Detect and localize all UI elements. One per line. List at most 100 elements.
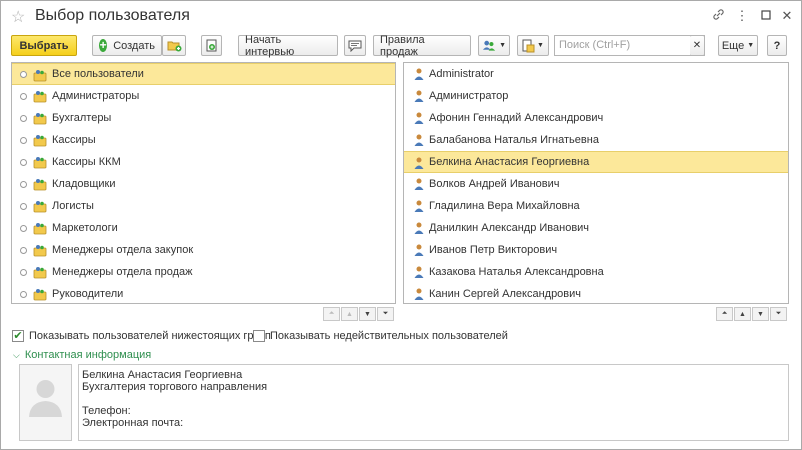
create-folder-button[interactable] [162, 35, 186, 56]
user-group-icon [33, 177, 47, 191]
user-icon [414, 244, 424, 256]
user-group-icon [33, 287, 47, 301]
clear-icon: ✕ [692, 40, 702, 51]
move-bottom-button[interactable]: ⏷ [770, 307, 787, 321]
users-list[interactable]: Administrator Администратор Афонин Геннади… [403, 62, 789, 304]
create-button[interactable]: + Создать [92, 35, 162, 56]
more-button[interactable]: Еще ▼ [718, 35, 758, 56]
users-list-nav: ⏶ ▲ ▼ ⏷ [716, 307, 787, 321]
user-row[interactable]: Администратор [404, 85, 788, 107]
search-clear-button[interactable]: ✕ [690, 35, 705, 56]
group-row[interactable]: Кассиры [12, 129, 395, 151]
user-row[interactable]: Балабанова Наталья Игнатьевна [404, 129, 788, 151]
group-row[interactable]: Менеджеры отдела закупок [12, 239, 395, 261]
start-interview-button[interactable]: Начать интервью [238, 34, 338, 58]
group-radio[interactable] [20, 158, 27, 166]
move-down-button[interactable]: ▼ [359, 307, 376, 321]
user-row[interactable]: Афонин Геннадий Александрович [404, 107, 788, 129]
group-radio[interactable] [20, 290, 27, 298]
maximize-icon[interactable] [758, 8, 774, 23]
group-row[interactable]: Менеджеры отдела продаж [12, 261, 395, 283]
group-row[interactable]: Кассиры ККМ [12, 151, 395, 173]
user-group-icon [33, 155, 47, 169]
show-subgroup-users-option[interactable]: ✔ Показывать пользователей нижестоящих г… [12, 330, 271, 342]
group-radio[interactable] [20, 224, 27, 232]
report-document-icon [522, 39, 535, 52]
user-label: Афонин Геннадий Александрович [429, 112, 604, 124]
group-radio[interactable] [20, 136, 27, 144]
close-icon[interactable]: ✕ [779, 8, 795, 24]
user-label: Казакова Наталья Александровна [429, 266, 604, 278]
contact-phone-label: Телефон: [82, 405, 131, 417]
move-up-button[interactable]: ▲ [734, 307, 751, 321]
user-group-icon [33, 199, 47, 213]
reports-dropdown-button[interactable]: ▼ [517, 35, 549, 56]
users-dropdown-button[interactable]: ▼ [478, 35, 510, 56]
show-invalid-users-option[interactable]: Показывать недействительных пользователе… [253, 330, 508, 342]
show-subgroup-users-checkbox[interactable]: ✔ [12, 330, 24, 342]
user-row[interactable]: Administrator [404, 63, 788, 85]
group-radio[interactable] [20, 114, 27, 122]
copy-button[interactable] [201, 35, 222, 56]
contact-department: Бухгалтерия торгового направления [82, 381, 268, 393]
group-radio[interactable] [20, 92, 27, 100]
chevron-down-icon: ▼ [537, 42, 544, 49]
move-down-button[interactable]: ▼ [752, 307, 769, 321]
contact-name: Белкина Анастасия Георгиевна [82, 369, 243, 381]
group-row[interactable]: Бухгалтеры [12, 107, 395, 129]
group-label: Менеджеры отдела закупок [52, 244, 194, 256]
group-radio[interactable] [20, 202, 27, 210]
title-bar: ☆ Выбор пользователя ⋮ ✕ [1, 1, 801, 33]
user-row[interactable]: Канин Сергей Александрович [404, 283, 788, 303]
move-bottom-button[interactable]: ⏷ [377, 307, 394, 321]
link-icon[interactable] [710, 8, 726, 24]
group-row[interactable]: Администраторы [12, 85, 395, 107]
move-top-button[interactable]: ⏶ [323, 307, 340, 321]
group-label: Менеджеры отдела продаж [52, 266, 193, 278]
move-top-button[interactable]: ⏶ [716, 307, 733, 321]
user-row[interactable]: Иванов Петр Викторович [404, 239, 788, 261]
comment-button[interactable] [344, 35, 366, 56]
user-row[interactable]: Данилкин Александр Иванович [404, 217, 788, 239]
favorite-star-icon[interactable]: ☆ [11, 7, 25, 27]
user-icon [414, 134, 424, 146]
user-photo [19, 364, 72, 441]
help-button[interactable]: ? [767, 35, 787, 56]
group-radio[interactable] [20, 268, 27, 276]
more-actions-icon[interactable]: ⋮ [734, 8, 750, 24]
group-row[interactable]: Маркетологи [12, 217, 395, 239]
move-up-button[interactable]: ▲ [341, 307, 358, 321]
group-radio[interactable] [20, 180, 27, 188]
user-label: Балабанова Наталья Игнатьевна [429, 134, 599, 146]
group-row[interactable]: Логисты [12, 195, 395, 217]
user-groups-list[interactable]: Все пользователи Администраторы Бухгалтеры… [11, 62, 396, 304]
chevron-down-icon: ▼ [499, 42, 506, 49]
user-row[interactable]: Казакова Наталья Александровна [404, 261, 788, 283]
group-label: Руководители [52, 288, 124, 300]
search-input[interactable]: Поиск (Ctrl+F) [554, 35, 705, 56]
user-icon [414, 90, 424, 102]
group-row[interactable]: Руководители [12, 283, 395, 303]
copy-document-icon [206, 39, 216, 51]
group-label: Администраторы [52, 90, 140, 102]
group-label: Кассиры ККМ [52, 156, 121, 168]
user-row[interactable]: Гладилина Вера Михайловна [404, 195, 788, 217]
window-title: Выбор пользователя [35, 7, 190, 24]
user-group-icon [33, 89, 47, 103]
chevron-down-icon: ⌵ [13, 349, 20, 360]
group-row[interactable]: Кладовщики [12, 173, 395, 195]
add-icon: + [99, 38, 108, 52]
sales-rules-button[interactable]: Правила продаж [373, 34, 471, 58]
user-row[interactable]: Белкина Анастасия Георгиевна [404, 151, 788, 173]
user-icon [414, 157, 424, 169]
group-row[interactable]: Все пользователи [12, 63, 395, 85]
user-group-icon [33, 265, 47, 279]
group-radio[interactable] [20, 70, 27, 78]
select-button[interactable]: Выбрать [11, 35, 77, 56]
contact-info-toggle[interactable]: ⌵ Контактная информация [13, 349, 151, 361]
toolbar: Выбрать + Создать Начать интервью Правил… [1, 34, 801, 58]
user-row[interactable]: Волков Андрей Иванович [404, 173, 788, 195]
show-invalid-users-checkbox[interactable] [253, 330, 265, 342]
groups-list-nav: ⏶ ▲ ▼ ⏷ [323, 307, 394, 321]
group-radio[interactable] [20, 246, 27, 254]
